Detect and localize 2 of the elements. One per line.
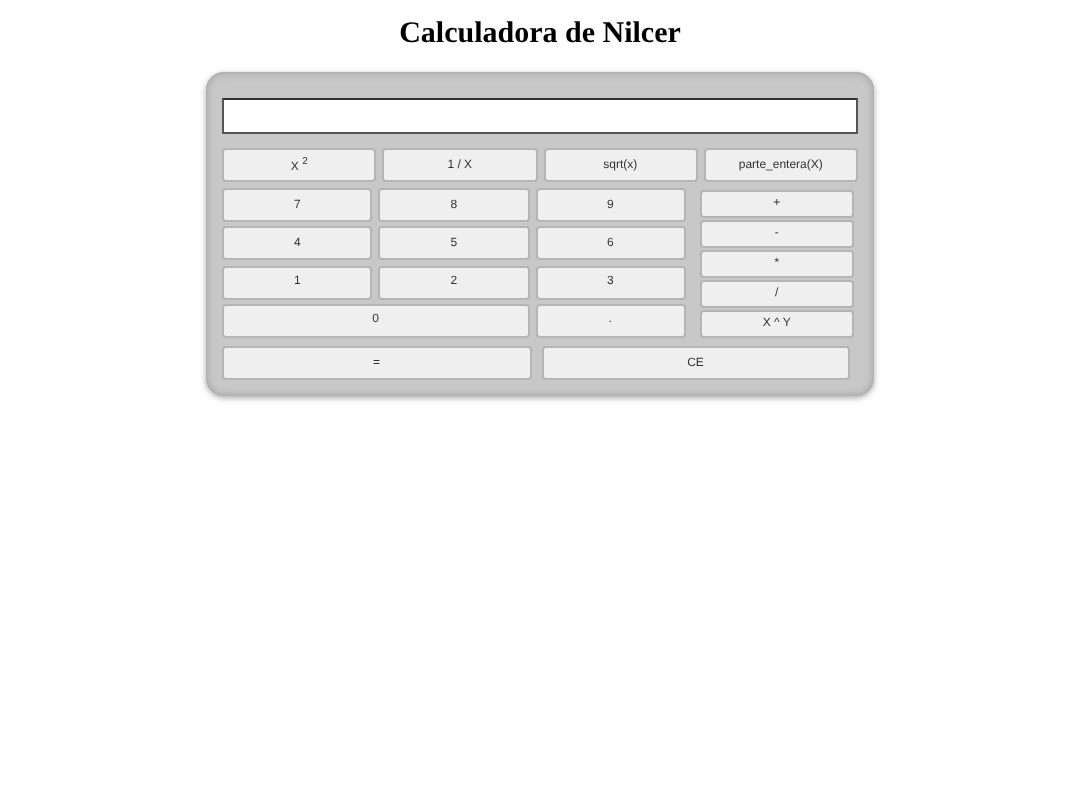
page-title: Calculadora de Nilcer xyxy=(397,18,683,52)
display-field[interactable] xyxy=(222,98,858,134)
